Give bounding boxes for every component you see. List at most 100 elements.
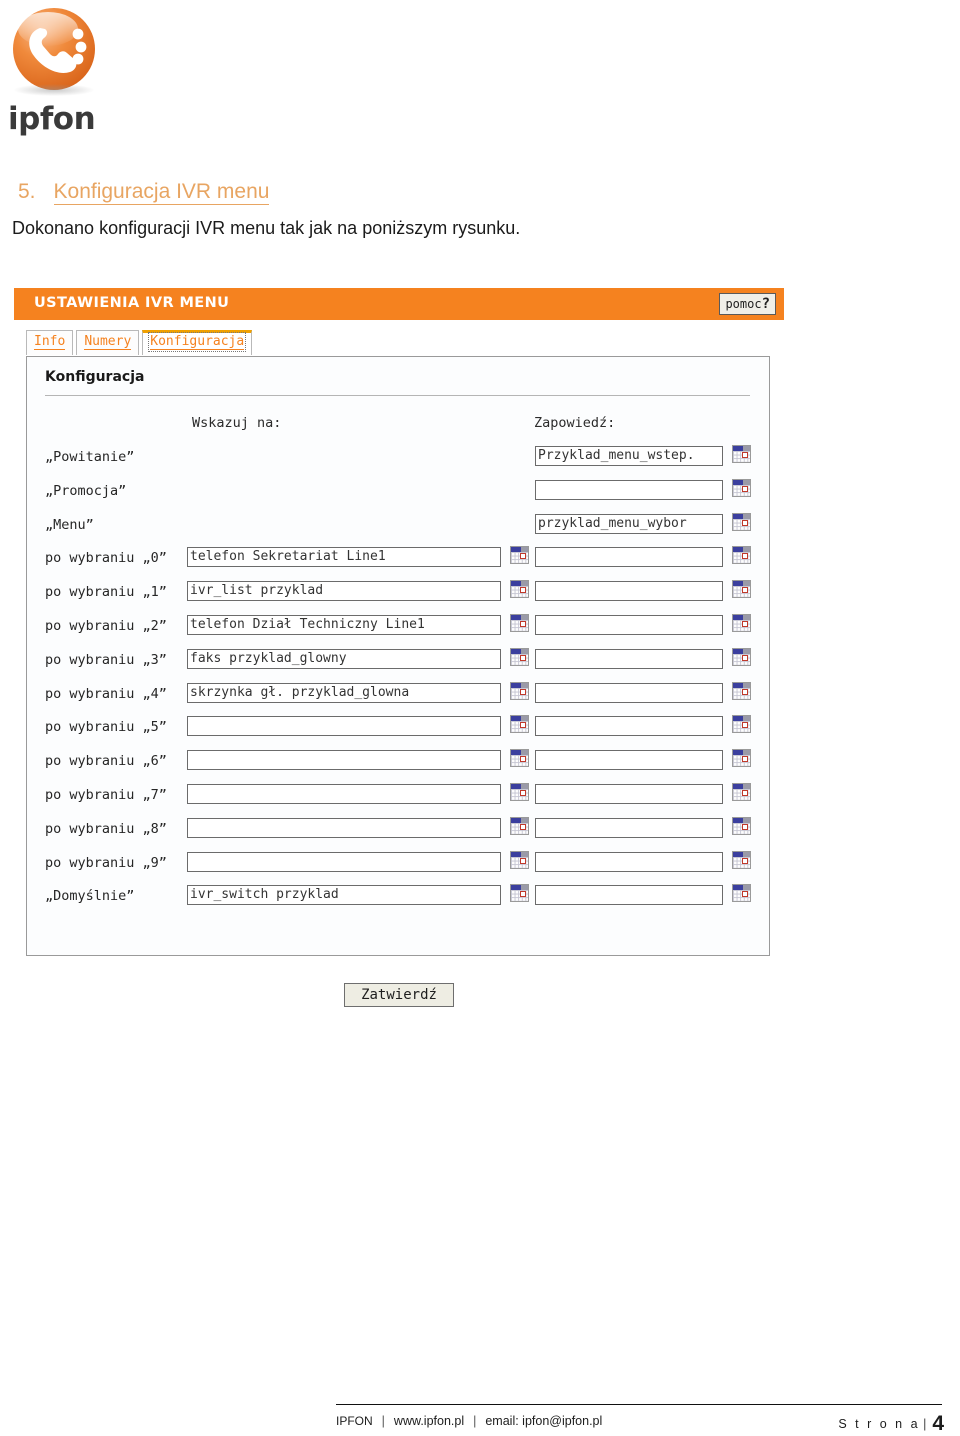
picker-icon-selection <box>742 519 748 526</box>
tab-label: Info <box>34 334 66 350</box>
target-picker-icon[interactable] <box>510 647 529 666</box>
ipfon-logo: ipfon <box>8 6 104 138</box>
prompt-picker-icon[interactable] <box>732 478 751 497</box>
target-input[interactable]: ivr_switch przyklad <box>187 885 501 906</box>
help-button[interactable]: pomoc? <box>719 293 776 315</box>
target-picker-icon[interactable] <box>510 884 529 903</box>
target-input[interactable]: telefon Sekretariat Line1 <box>187 547 501 568</box>
target-input[interactable]: ivr_list przyklad <box>187 581 501 602</box>
footer-page-number: 4 <box>932 1412 944 1435</box>
target-picker-icon[interactable] <box>510 850 529 869</box>
prompt-input[interactable] <box>535 614 723 635</box>
config-rows: „Powitanie” Przyklad_menu_wstep. „Promocja… <box>27 443 769 916</box>
target-picker-icon[interactable] <box>510 546 529 565</box>
target-input[interactable] <box>187 817 501 838</box>
target-picker-icon[interactable] <box>510 681 529 700</box>
picker-icon-selection <box>520 553 526 560</box>
picker-icon-selection <box>742 891 748 898</box>
help-button-label: pomoc <box>725 297 762 311</box>
logo-wordmark: ipfon <box>8 101 96 137</box>
row-label: po wybraniu „7” <box>45 786 167 803</box>
target-input[interactable]: telefon Dział Techniczny Line1 <box>187 614 501 635</box>
picker-icon-selection <box>520 857 526 864</box>
footer-page-separator: | <box>923 1417 927 1431</box>
picker-icon-selection <box>520 891 526 898</box>
prompt-input[interactable]: przyklad_menu_wybor <box>535 513 723 534</box>
prompt-input[interactable] <box>535 716 723 737</box>
config-row: po wybraniu „1” ivr_list przyklad <box>27 578 769 612</box>
footer-website[interactable]: www.ipfon.pl <box>394 1414 464 1428</box>
row-label: „Domyślnie” <box>45 888 135 905</box>
picker-icon-selection <box>742 553 748 560</box>
target-input[interactable] <box>187 851 501 872</box>
target-picker-icon[interactable] <box>510 749 529 768</box>
row-label: po wybraniu „8” <box>45 820 167 837</box>
target-picker-icon[interactable] <box>510 613 529 632</box>
question-mark-icon: ? <box>761 296 770 312</box>
target-picker-icon[interactable] <box>510 782 529 801</box>
target-picker-icon[interactable] <box>510 816 529 835</box>
tab-info[interactable]: Info <box>26 330 74 355</box>
target-input[interactable] <box>187 783 501 804</box>
prompt-input[interactable] <box>535 750 723 771</box>
prompt-picker-icon[interactable] <box>732 647 751 666</box>
app-titlebar: USTAWIENIA IVR MENU pomoc? <box>14 288 784 320</box>
prompt-input[interactable] <box>535 479 723 500</box>
picker-icon-selection <box>520 688 526 695</box>
prompt-picker-icon[interactable] <box>732 782 751 801</box>
prompt-input[interactable] <box>535 817 723 838</box>
picker-icon-selection <box>742 587 748 594</box>
picker-icon-selection <box>742 620 748 627</box>
config-row: „Menu” przyklad_menu_wybor <box>27 511 769 545</box>
section-paragraph: Dokonano konfiguracji IVR menu tak jak n… <box>12 218 521 238</box>
target-picker-icon[interactable] <box>510 580 529 599</box>
prompt-picker-icon[interactable] <box>732 816 751 835</box>
tab-label: Numery <box>84 334 132 350</box>
row-label: po wybraniu „0” <box>45 550 167 567</box>
prompt-input[interactable] <box>535 851 723 872</box>
prompt-input[interactable] <box>535 885 723 906</box>
tab-numery[interactable]: Numery <box>76 330 140 355</box>
prompt-picker-icon[interactable] <box>732 445 751 463</box>
target-input[interactable]: skrzynka gł. przyklad_glowna <box>187 682 501 703</box>
prompt-picker-icon[interactable] <box>732 681 751 700</box>
prompt-picker-icon[interactable] <box>732 512 751 531</box>
target-input[interactable] <box>187 716 501 737</box>
prompt-picker-icon[interactable] <box>732 715 751 734</box>
submit-button[interactable]: Zatwierdź <box>344 983 454 1007</box>
prompt-input[interactable]: Przyklad_menu_wstep. <box>535 446 723 466</box>
target-input[interactable] <box>187 750 501 771</box>
prompt-input[interactable] <box>535 581 723 602</box>
row-label: po wybraniu „3” <box>45 651 167 668</box>
prompt-picker-icon[interactable] <box>732 884 751 903</box>
row-label: po wybraniu „1” <box>45 584 167 601</box>
prompt-picker-icon[interactable] <box>732 580 751 599</box>
prompt-picker-icon[interactable] <box>732 850 751 869</box>
target-picker-icon[interactable] <box>510 715 529 734</box>
picker-icon-selection <box>520 722 526 729</box>
footer-brand: IPFON <box>336 1414 373 1428</box>
prompt-input[interactable] <box>535 547 723 568</box>
config-row: po wybraniu „2” telefon Dział Techniczny … <box>27 612 769 646</box>
tab-konfiguracja[interactable]: Konfiguracja <box>142 330 253 355</box>
footer-email[interactable]: email: ipfon@ipfon.pl <box>485 1414 602 1428</box>
target-input[interactable]: faks przyklad_glowny <box>187 648 501 669</box>
tab-label: Konfiguracja <box>148 332 247 352</box>
prompt-input[interactable] <box>535 648 723 669</box>
picker-icon-selection <box>520 620 526 627</box>
column-header-prompt: Zapowiedź: <box>534 415 616 431</box>
prompt-input[interactable] <box>535 682 723 703</box>
prompt-input[interactable] <box>535 783 723 804</box>
config-row: po wybraniu „5” <box>27 713 769 747</box>
row-label: po wybraniu „2” <box>45 617 167 634</box>
row-label: „Powitanie” <box>45 449 135 465</box>
prompt-picker-icon[interactable] <box>732 749 751 768</box>
picker-icon-selection <box>742 823 748 830</box>
config-row: po wybraniu „8” <box>27 815 769 849</box>
config-row: po wybraniu „4” skrzynka gł. przyklad_glo… <box>27 680 769 714</box>
prompt-picker-icon[interactable] <box>732 546 751 565</box>
prompt-picker-icon[interactable] <box>732 613 751 632</box>
app-screenshot: USTAWIENIA IVR MENU pomoc? Info Numery Kon… <box>14 288 784 1033</box>
picker-icon-selection <box>520 823 526 830</box>
picker-icon-selection <box>742 722 748 729</box>
